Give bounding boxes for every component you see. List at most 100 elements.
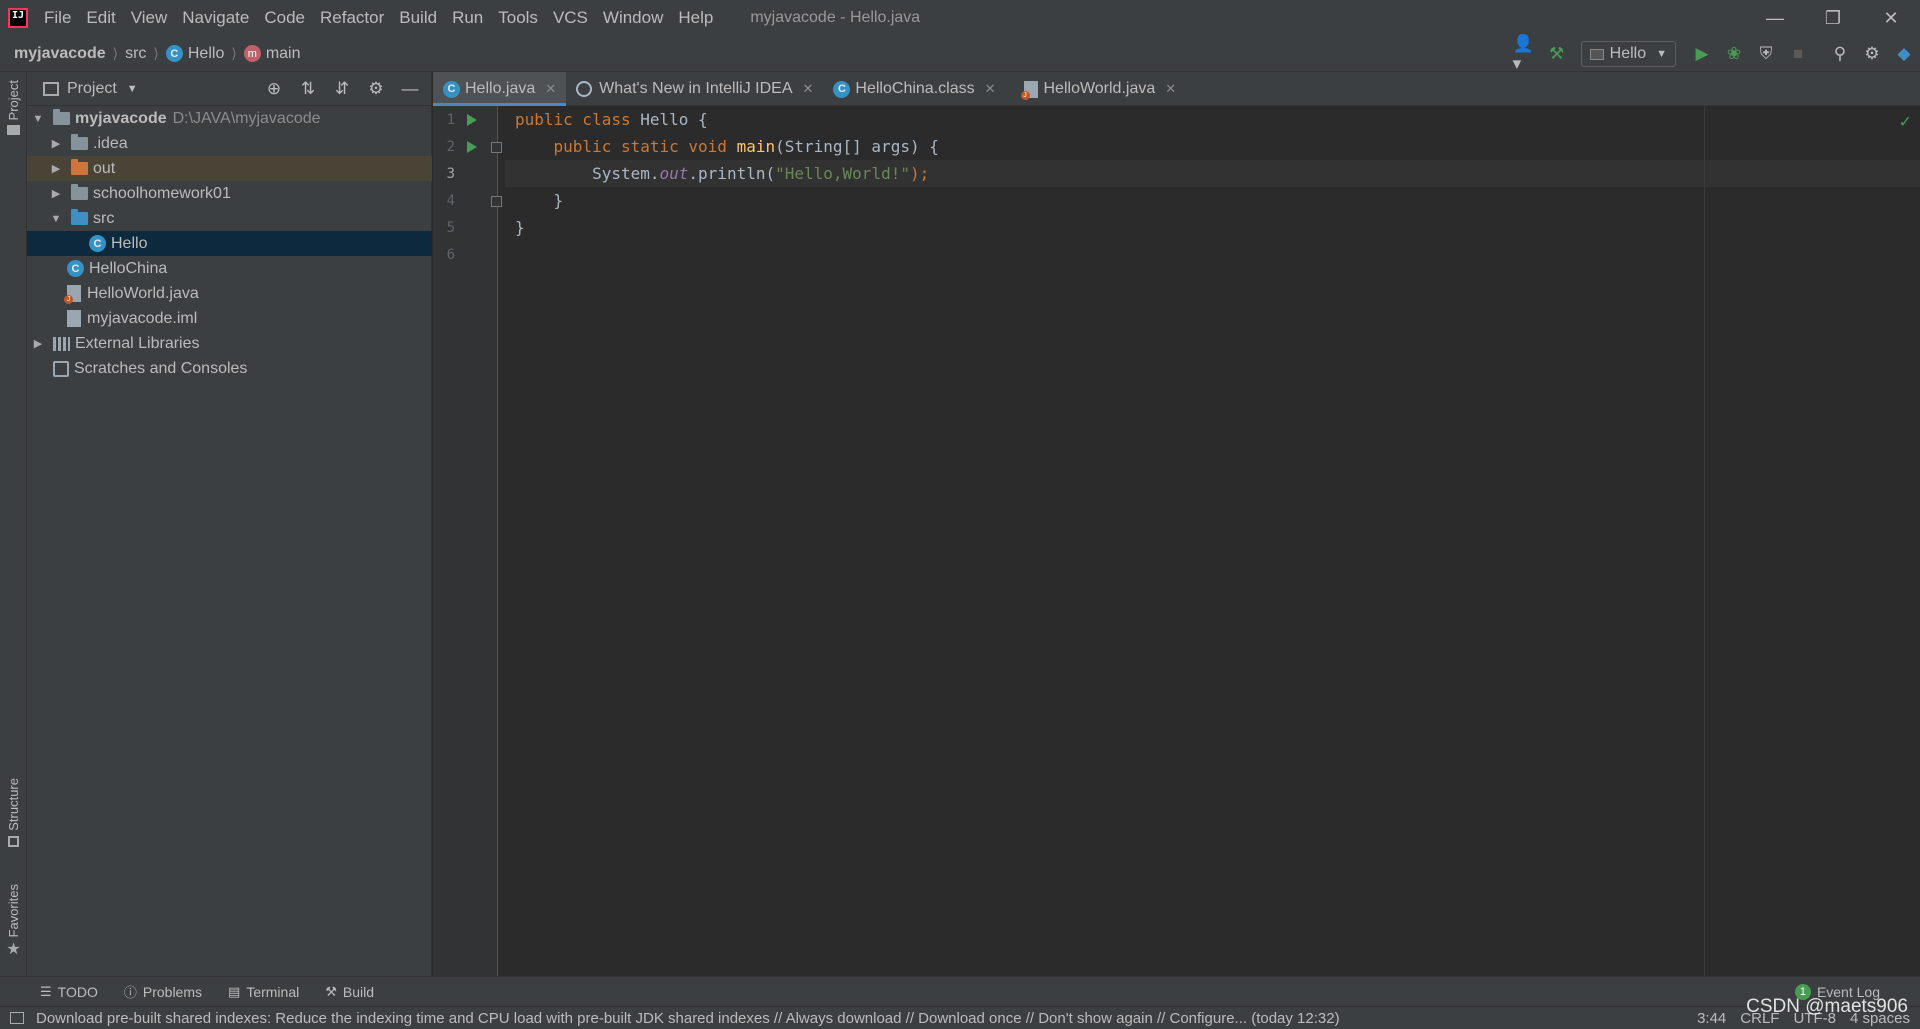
- tool-build[interactable]: ⚒ Build: [325, 984, 374, 1000]
- editor-gutter: 1 2 3 4 5 6: [433, 106, 502, 976]
- intellij-logo-icon: [8, 8, 28, 28]
- chevron-down-icon[interactable]: ▼: [127, 83, 138, 95]
- breadcrumb-project[interactable]: myjavacode: [14, 45, 106, 63]
- line-number: 6: [446, 246, 455, 263]
- tab-whats-new[interactable]: What's New in IntelliJ IDEA ✕: [566, 72, 823, 106]
- chevron-down-icon[interactable]: ▼: [31, 113, 45, 125]
- tree-node-hellochina[interactable]: C HelloChina: [27, 256, 432, 281]
- run-gutter-icon[interactable]: [467, 140, 477, 153]
- menu-refactor[interactable]: Refactor: [320, 8, 384, 28]
- tree-node-schoolhomework01[interactable]: ▶ schoolhomework01: [27, 181, 432, 206]
- menu-navigate[interactable]: Navigate: [182, 8, 249, 28]
- menu-file[interactable]: File: [44, 8, 71, 28]
- run-config-selector[interactable]: Hello ▼: [1580, 41, 1676, 67]
- tab-structure-vertical[interactable]: Structure: [0, 778, 27, 847]
- menu-build[interactable]: Build: [399, 8, 437, 28]
- collapse-all-icon[interactable]: ⇵: [330, 77, 354, 101]
- tab-project-vertical[interactable]: Project: [0, 80, 27, 136]
- tree-node-external-libraries[interactable]: ▶ External Libraries: [27, 331, 432, 356]
- tree-node-idea[interactable]: ▶ .idea: [27, 131, 432, 156]
- project-panel-title[interactable]: Project: [67, 80, 117, 98]
- code-token: System.: [515, 164, 660, 183]
- tree-node-src[interactable]: ▼ src: [27, 206, 432, 231]
- tab-label: HelloChina.class: [855, 80, 975, 97]
- gear-icon[interactable]: ⚙: [1860, 42, 1884, 66]
- tree-node-myjavacode[interactable]: ▼ myjavacode D:\JAVA\myjavacode: [27, 106, 432, 131]
- debug-icon[interactable]: ❀: [1722, 42, 1746, 66]
- minimize-icon[interactable]: —: [1746, 0, 1804, 36]
- project-panel-header: Project ▼ ⊕ ⇅ ⇵ ⚙ —: [27, 72, 431, 106]
- title-bar: File Edit View Navigate Code Refactor Bu…: [0, 0, 1920, 36]
- restore-icon[interactable]: ❐: [1804, 0, 1862, 36]
- run-icon[interactable]: ▶: [1690, 42, 1714, 66]
- coverage-icon[interactable]: ⛨: [1754, 42, 1778, 66]
- toolbar-right: 👤▾ ⚒ Hello ▼ ▶ ❀ ⛨ ■ ⚲ ⚙ ◆: [1509, 34, 1920, 73]
- breadcrumb: myjavacode ⟩ src ⟩ C Hello ⟩ m main: [14, 45, 301, 63]
- breadcrumb-method[interactable]: m main: [243, 45, 301, 63]
- no-problems-check-icon[interactable]: ✓: [1899, 112, 1912, 132]
- menu-tools[interactable]: Tools: [498, 8, 538, 28]
- build-hammer-icon[interactable]: ⚒: [1545, 42, 1569, 66]
- chevron-right-icon[interactable]: ▶: [49, 137, 63, 150]
- tab-project-label: Project: [6, 80, 21, 121]
- menu-window[interactable]: Window: [603, 8, 663, 28]
- code-editor[interactable]: 1 2 3 4 5 6 public class Hello { public …: [433, 106, 1920, 976]
- menu-view[interactable]: View: [131, 8, 168, 28]
- chevron-right-icon[interactable]: ▶: [31, 337, 45, 350]
- gutter-line: 5: [433, 214, 498, 241]
- locate-icon[interactable]: ⊕: [262, 77, 286, 101]
- close-icon[interactable]: ✕: [1165, 81, 1176, 97]
- code-token: .println(: [688, 164, 776, 183]
- tool-terminal[interactable]: ▤ Terminal: [228, 984, 299, 1000]
- search-icon[interactable]: ⚲: [1828, 42, 1852, 66]
- code-area[interactable]: public class Hello { public static void …: [505, 106, 1920, 268]
- code-line: }: [505, 187, 1920, 214]
- tab-favorites-vertical[interactable]: Favorites ★: [0, 884, 27, 959]
- menu-edit[interactable]: Edit: [86, 8, 115, 28]
- tree-node-label: src: [93, 209, 115, 227]
- stop-icon[interactable]: ■: [1786, 42, 1810, 66]
- left-tool-strip: Project Structure Favorites ★: [0, 72, 27, 976]
- close-icon[interactable]: ✕: [545, 81, 556, 97]
- tree-node-out[interactable]: ▶ out: [27, 156, 432, 181]
- tree-node-hello[interactable]: C Hello: [27, 231, 432, 256]
- menu-run[interactable]: Run: [452, 8, 483, 28]
- breadcrumb-src[interactable]: src: [125, 45, 146, 63]
- status-message[interactable]: Download pre-built shared indexes: Reduc…: [36, 1010, 1340, 1027]
- tree-node-helloworld-java[interactable]: HelloWorld.java: [27, 281, 432, 306]
- tree-node-scratches[interactable]: Scratches and Consoles: [27, 356, 432, 381]
- chevron-right-icon[interactable]: ▶: [49, 162, 63, 175]
- menu-help[interactable]: Help: [678, 8, 713, 28]
- close-icon[interactable]: ✕: [803, 81, 814, 97]
- tool-todo[interactable]: ☰ TODO: [40, 984, 98, 1000]
- gear-icon[interactable]: ⚙: [364, 77, 388, 101]
- caret-position[interactable]: 3:44: [1697, 1010, 1726, 1027]
- toolbox-icon[interactable]: ◆: [1892, 42, 1916, 66]
- close-icon[interactable]: ✕: [985, 81, 996, 97]
- expand-all-icon[interactable]: ⇅: [296, 77, 320, 101]
- fold-marker-icon[interactable]: [491, 142, 502, 153]
- tab-favorites-label: Favorites: [6, 884, 21, 938]
- tab-helloworld-java[interactable]: HelloWorld.java ✕: [1006, 72, 1187, 106]
- chevron-right-icon[interactable]: ▶: [49, 187, 63, 200]
- tool-problems[interactable]: ⓘ Problems: [124, 982, 202, 1001]
- status-bar: Download pre-built shared indexes: Reduc…: [0, 1006, 1920, 1029]
- close-window-icon[interactable]: ✕: [1862, 0, 1920, 36]
- tree-node-label: myjavacode.iml: [87, 309, 198, 327]
- tab-hellochina-class[interactable]: C HelloChina.class ✕: [823, 72, 1005, 106]
- run-gutter-icon[interactable]: [467, 113, 477, 126]
- code-line-current: System. out .println("Hello,World!");: [505, 160, 1920, 187]
- breadcrumb-class[interactable]: C Hello: [165, 45, 224, 63]
- tab-label: Hello.java: [465, 80, 536, 97]
- toggle-tool-windows-icon[interactable]: [10, 1012, 24, 1024]
- tree-node-label: HelloWorld.java: [87, 284, 199, 302]
- hide-panel-icon[interactable]: —: [398, 77, 422, 101]
- menu-code[interactable]: Code: [264, 8, 305, 28]
- chevron-right-icon: ⟩: [231, 45, 237, 61]
- chevron-down-icon[interactable]: ▼: [49, 213, 63, 225]
- tab-hello-java[interactable]: C Hello.java ✕: [433, 72, 567, 106]
- tree-node-iml[interactable]: myjavacode.iml: [27, 306, 432, 331]
- menu-vcs[interactable]: VCS: [553, 8, 588, 28]
- account-icon[interactable]: 👤▾: [1513, 34, 1537, 73]
- fold-marker-icon[interactable]: [491, 196, 502, 207]
